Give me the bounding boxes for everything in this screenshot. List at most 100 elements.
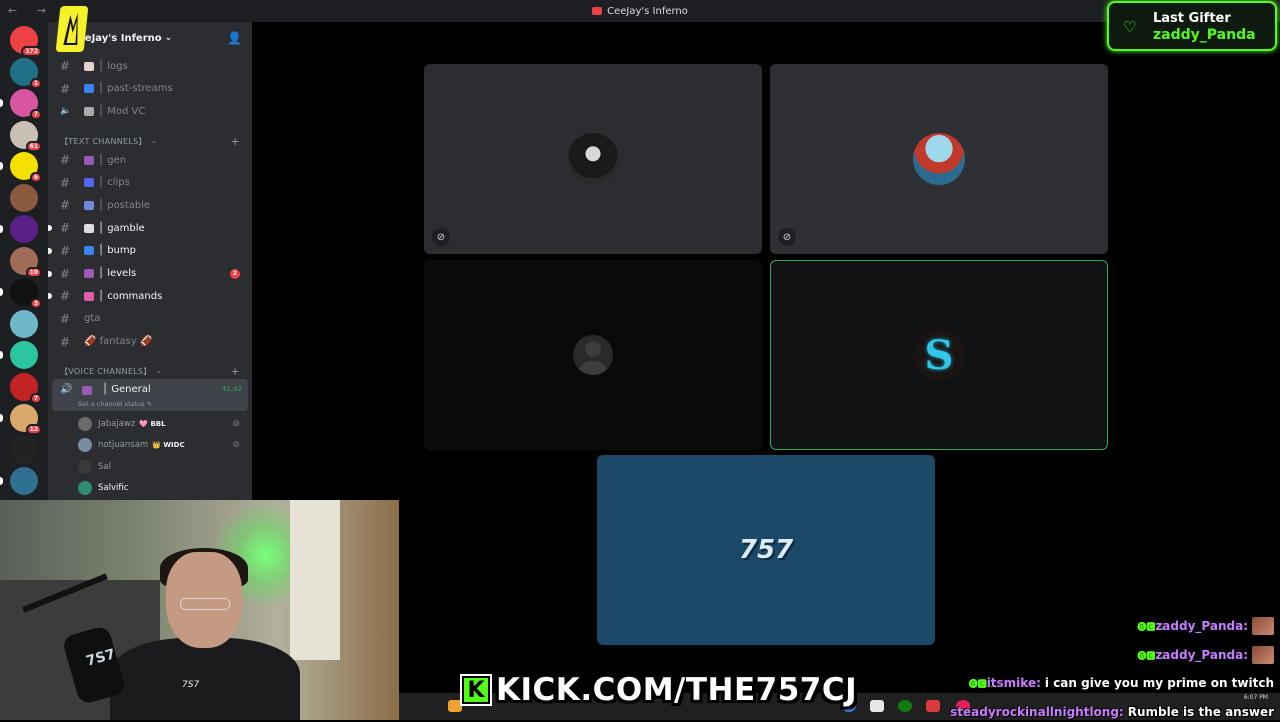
channel-status[interactable]: Set a channel status ✎ xyxy=(78,400,152,408)
voice-user[interactable]: Salvific xyxy=(78,479,248,497)
notification-badge: 7 xyxy=(29,109,42,120)
voice-user[interactable]: Sal xyxy=(78,458,248,476)
store-icon[interactable] xyxy=(870,700,884,712)
server-green-icon[interactable] xyxy=(10,341,38,369)
channel-item[interactable]: # │ clips xyxy=(52,173,248,193)
channel-item[interactable]: # │ bump xyxy=(48,241,248,261)
video-tile-3[interactable] xyxy=(424,260,762,450)
server-purple-icon[interactable] xyxy=(10,215,38,243)
voice-channel-general[interactable]: 🔊 │ General 41:42 Set a channel status ✎ xyxy=(52,379,248,411)
voice-channel-name: │ General xyxy=(102,384,151,395)
server-name: eeJay's Inferno xyxy=(78,32,162,44)
channel-item[interactable]: # │ commands xyxy=(48,286,248,306)
add-channel-icon[interactable]: + xyxy=(230,135,240,148)
discord-logo-icon xyxy=(592,7,603,15)
user-tag: 👑 WIDC xyxy=(152,441,185,450)
unread-pill xyxy=(0,477,3,485)
nav-arrows[interactable]: ← → xyxy=(8,4,54,17)
last-gifter-user: zaddy_Panda xyxy=(1153,27,1256,43)
channel-item[interactable]: # 🏈 fantasy 🏈 xyxy=(52,332,248,352)
server-s-icon[interactable]: 1 xyxy=(10,57,42,89)
channel-item[interactable]: # │ levels 2 xyxy=(48,264,248,284)
text-channels-category[interactable]: 【TEXT CHANNELS】 ⌄ + xyxy=(60,134,244,148)
voice-user[interactable]: notjuansam 👑 WIDC ⊘ xyxy=(78,436,248,454)
server-avatar-icon[interactable]: 61 xyxy=(10,120,42,152)
notification-badge: 3 xyxy=(29,298,42,309)
channel-item[interactable]: # │ gen xyxy=(52,150,248,170)
channel-name: │ levels xyxy=(98,268,137,279)
video-tile-4-speaking[interactable]: S xyxy=(770,260,1108,450)
video-tile-5[interactable]: 757 xyxy=(597,455,935,645)
chat-text: i can give you my prime on twitch xyxy=(1044,676,1274,690)
discord-home-icon[interactable]: 172 xyxy=(10,26,42,57)
server-face-icon[interactable]: 10 xyxy=(10,246,42,278)
channel-item[interactable]: 🔈 │ Mod VC xyxy=(52,101,248,121)
emote-icon xyxy=(1252,645,1274,664)
channel-emoji-icon xyxy=(84,84,94,94)
757-logo: 757 xyxy=(738,535,794,565)
xbox-icon[interactable] xyxy=(898,700,912,712)
taskbar-app-icon[interactable] xyxy=(448,700,462,712)
add-channel-icon[interactable]: + xyxy=(230,365,240,378)
notification-badge: 1 xyxy=(29,77,42,89)
default-avatar-icon xyxy=(573,335,613,375)
voice-user-name: notjuansam xyxy=(98,440,149,451)
hash-icon: # xyxy=(60,81,71,96)
channel-item[interactable]: # │ logs xyxy=(52,56,248,76)
hoodie-logo: 7S7 xyxy=(182,680,200,690)
chat-text: Rumble is the answer xyxy=(1127,704,1274,719)
voice-user-name: Jabajawz xyxy=(98,419,136,429)
hash-icon: # xyxy=(60,175,71,190)
video-tile-2[interactable]: ⊘ xyxy=(770,64,1108,254)
channel-emoji-icon xyxy=(84,246,94,256)
server-landscape-icon[interactable] xyxy=(10,309,38,338)
muted-mic-icon: ⊘ xyxy=(432,228,450,246)
participant-avatar xyxy=(913,133,965,185)
server-yt-icon[interactable]: 3 xyxy=(10,278,42,309)
chat-username: zaddy_Panda: xyxy=(1155,619,1248,633)
channel-emoji-icon xyxy=(84,291,94,301)
server-inferno-icon[interactable] xyxy=(10,435,38,464)
muted-mic-icon: ⊘ xyxy=(232,419,240,429)
voice-user[interactable]: Jabajawz 🩷 BBL ⊘ xyxy=(78,415,248,433)
channel-sidebar: eeJay's Inferno ⌄ 👤 # │ logs # │ past-strea… xyxy=(48,22,252,502)
last-gifter-widget: ♡ Last Gifter zaddy_Panda xyxy=(1107,1,1277,51)
server-devil-icon[interactable]: 7 xyxy=(10,372,42,404)
avatar xyxy=(78,438,92,453)
streamer-body xyxy=(110,638,300,720)
channel-item[interactable]: # │ postable xyxy=(52,195,248,215)
channel-emoji-icon xyxy=(82,386,92,395)
emote-icon xyxy=(1252,617,1274,635)
channel-item[interactable]: # gta xyxy=(52,309,248,329)
voice-channels-category[interactable]: 【VOICE CHANNELS】 ⌄ + xyxy=(60,364,244,378)
unread-pill xyxy=(0,414,3,422)
invite-people-icon[interactable]: 👤 xyxy=(227,31,242,45)
chat-message: 🅖🅲 ≡ zaddy_Panda: xyxy=(1137,616,1274,636)
channel-item[interactable]: # │ past-streams xyxy=(52,79,248,99)
mention-badge: 2 xyxy=(230,268,240,279)
notification-badge: 12 xyxy=(25,424,42,435)
muted-mic-icon: ⊘ xyxy=(778,228,796,246)
door xyxy=(290,500,340,660)
channel-name: │ clips xyxy=(98,177,130,189)
unread-pill xyxy=(0,162,3,170)
heart-icon: ♡ xyxy=(1123,18,1137,36)
user-tag: 🩷 BBL xyxy=(139,420,166,428)
server-blue-icon[interactable] xyxy=(10,467,38,495)
server-pink-icon[interactable]: 7 xyxy=(10,89,42,120)
server-w-icon[interactable]: 6 xyxy=(10,152,42,183)
chevron-down-icon: ⌄ xyxy=(150,137,158,145)
kick-banner: K KICK.COM/THE757CJ xyxy=(462,672,857,708)
server-anime-icon[interactable]: 12 xyxy=(10,404,42,435)
hash-icon: # xyxy=(60,221,71,236)
channel-item[interactable]: # │ gamble xyxy=(48,218,248,238)
server-crowd-icon[interactable] xyxy=(10,183,38,212)
voice-user-name: Salvific xyxy=(98,482,129,493)
notification-badge: 7 xyxy=(29,392,42,404)
video-tile-1[interactable]: ⊘ xyxy=(424,64,762,254)
kick-url: KICK.COM/THE757CJ xyxy=(496,672,858,708)
chevron-down-icon: ⌄ xyxy=(164,33,173,43)
app-icon-red[interactable] xyxy=(926,700,940,712)
glasses xyxy=(180,598,230,610)
muted-mic-icon: ⊘ xyxy=(232,440,240,451)
